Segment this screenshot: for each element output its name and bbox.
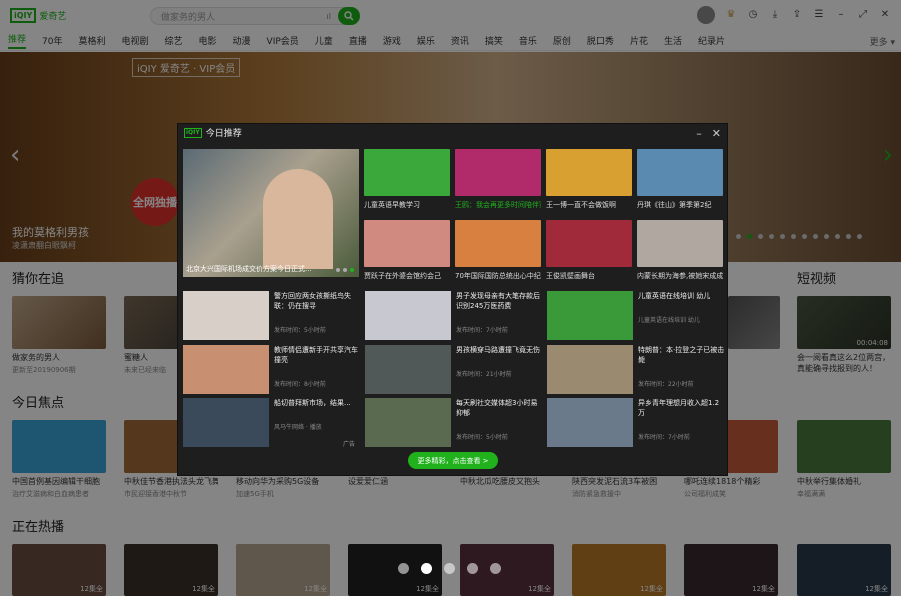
popup-video-tile[interactable]: 王俊凯壁画舞台 xyxy=(546,220,632,281)
ad-label: 广告 xyxy=(343,441,356,448)
carousel-dot[interactable] xyxy=(343,268,347,272)
item-title: 男子发现母亲有大笔存款后识别245万医药费 xyxy=(456,292,540,310)
tile-thumbnail xyxy=(637,149,723,196)
popup-video-tile[interactable]: 70年国际国防总统出心中纪典 xyxy=(455,220,541,281)
item-meta: 发布时间：7小时前 xyxy=(456,327,508,334)
tile-caption: 70年国际国防总统出心中纪典 xyxy=(455,272,541,280)
tile-thumbnail xyxy=(364,149,450,196)
tile-thumbnail xyxy=(455,220,541,267)
carousel-dot[interactable] xyxy=(421,563,432,574)
tile-caption: 内蒙长期为海参,被她宋成成 xyxy=(637,272,723,280)
tile-thumbnail xyxy=(546,149,632,196)
featured-caption: 北京大兴国际机场成交价方案今日正式... xyxy=(186,265,312,273)
popup-video-tile[interactable]: 丹琪《往山》第季第2纪 xyxy=(637,149,723,210)
item-title: 男孩横穿马路遭撞飞竟无伤 xyxy=(456,346,540,354)
item-meta: 发布时间：5小时前 xyxy=(456,434,508,441)
popup-header: iQIY 今日推荐 xyxy=(178,124,727,141)
item-meta: 发布时间：7小时前 xyxy=(638,434,690,441)
popup-video-tile[interactable]: 王鸥：我会再更多时间陪伴家人 xyxy=(455,149,541,210)
minimize-icon[interactable]: – xyxy=(696,127,702,140)
item-thumbnail xyxy=(365,398,451,447)
item-thumbnail xyxy=(365,291,451,340)
popup-featured-video[interactable]: 北京大兴国际机场成交价方案今日正式... xyxy=(183,149,359,277)
popup-title: 今日推荐 xyxy=(205,129,242,139)
item-meta: 风马牛网络 · 播放 xyxy=(274,424,322,431)
bottom-carousel-dots xyxy=(398,563,501,574)
popup-video-tile[interactable]: 儿童英语早教学习 xyxy=(364,149,450,210)
item-meta: 发布时间：21小时前 xyxy=(456,371,512,378)
item-thumbnail xyxy=(365,345,451,394)
close-icon[interactable]: ✕ xyxy=(712,127,721,140)
item-thumbnail xyxy=(547,398,633,447)
view-more-button[interactable]: 更多精彩，点击查看 > xyxy=(408,452,498,469)
popup-video-tile[interactable]: 内蒙长期为海参,被她宋成成 xyxy=(637,220,723,281)
today-recommend-popup: iQIY 今日推荐 – ✕ 北京大兴国际机场成交价方案今日正式... 儿童英语早… xyxy=(177,123,728,476)
popup-list-item[interactable]: 警方回应两女孩撕纸鸟失联：仍在搜寻发布时间：5小时前 xyxy=(183,291,361,340)
item-title: 儿童英语在线培训 幼儿 xyxy=(638,292,711,300)
featured-dots xyxy=(336,268,354,272)
popup-controls: – ✕ xyxy=(696,127,721,140)
carousel-dot[interactable] xyxy=(350,268,354,272)
tile-thumbnail xyxy=(455,149,541,196)
tile-thumbnail xyxy=(546,220,632,267)
item-thumbnail xyxy=(547,345,633,394)
item-meta: 发布时间：22小时前 xyxy=(638,381,694,388)
item-thumbnail xyxy=(183,291,269,340)
popup-list-item[interactable]: 男子发现母亲有大笔存款后识别245万医药费发布时间：7小时前 xyxy=(365,291,543,340)
tile-caption: 贾跃子在外婆会馆约会己 xyxy=(364,272,441,280)
carousel-dot[interactable] xyxy=(490,563,501,574)
item-title: 警方回应两女孩撕纸鸟失联：仍在搜寻 xyxy=(274,292,351,310)
item-meta: 发布时间：8小时前 xyxy=(274,381,326,388)
tile-caption: 王俊凯壁画舞台 xyxy=(546,272,595,280)
item-title: 教师情侣遭新手开共享汽车撞亮 xyxy=(274,346,358,364)
popup-logo: iQIY xyxy=(184,127,202,138)
popup-list-item[interactable]: 船切普拜斯市场，结果... 风马牛网络 · 播放 xyxy=(183,398,361,447)
tile-caption: 王一博一直不会做饭啊 xyxy=(546,201,616,209)
featured-thumbnail xyxy=(263,169,333,269)
item-meta: 儿童英语在线培训 幼儿 xyxy=(638,317,700,324)
popup-video-tile[interactable]: 贾跃子在外婆会馆约会己 xyxy=(364,220,450,281)
carousel-dot[interactable] xyxy=(467,563,478,574)
popup-list-item[interactable]: 异乡青年理想月收入超1.2万发布时间：7小时前 xyxy=(547,398,725,447)
item-title: 船切普拜斯市场，结果... xyxy=(274,399,351,407)
item-meta: 发布时间：5小时前 xyxy=(274,327,326,334)
item-title: 异乡青年理想月收入超1.2万 xyxy=(638,399,720,417)
tile-caption: 儿童英语早教学习 xyxy=(364,201,420,209)
popup-list-item[interactable]: 男孩横穿马路遭撞飞竟无伤 发布时间：21小时前 xyxy=(365,345,543,394)
popup-list-item[interactable]: 特朗普：本·拉登之子已被击毙发布时间：22小时前 xyxy=(547,345,725,394)
carousel-dot[interactable] xyxy=(336,268,340,272)
item-thumbnail xyxy=(183,398,269,447)
item-title: 特朗普：本·拉登之子已被击毙 xyxy=(638,346,725,364)
tile-thumbnail xyxy=(364,220,450,267)
popup-list-item[interactable]: 教师情侣遭新手开共享汽车撞亮发布时间：8小时前 xyxy=(183,345,361,394)
item-title: 每天刷社交媒体超3小时易抑郁 xyxy=(456,399,538,417)
item-thumbnail xyxy=(547,291,633,340)
tile-thumbnail xyxy=(637,220,723,267)
carousel-dot[interactable] xyxy=(398,563,409,574)
popup-list-item[interactable]: 每天刷社交媒体超3小时易抑郁发布时间：5小时前 xyxy=(365,398,543,447)
popup-video-tile[interactable]: 王一博一直不会做饭啊 xyxy=(546,149,632,210)
popup-list-item[interactable]: 儿童英语在线培训 幼儿 儿童英语在线培训 幼儿 xyxy=(547,291,725,340)
item-thumbnail xyxy=(183,345,269,394)
tile-caption: 丹琪《往山》第季第2纪 xyxy=(637,201,712,209)
tile-caption: 王鸥：我会再更多时间陪伴家人 xyxy=(455,201,541,209)
carousel-dot[interactable] xyxy=(444,563,455,574)
